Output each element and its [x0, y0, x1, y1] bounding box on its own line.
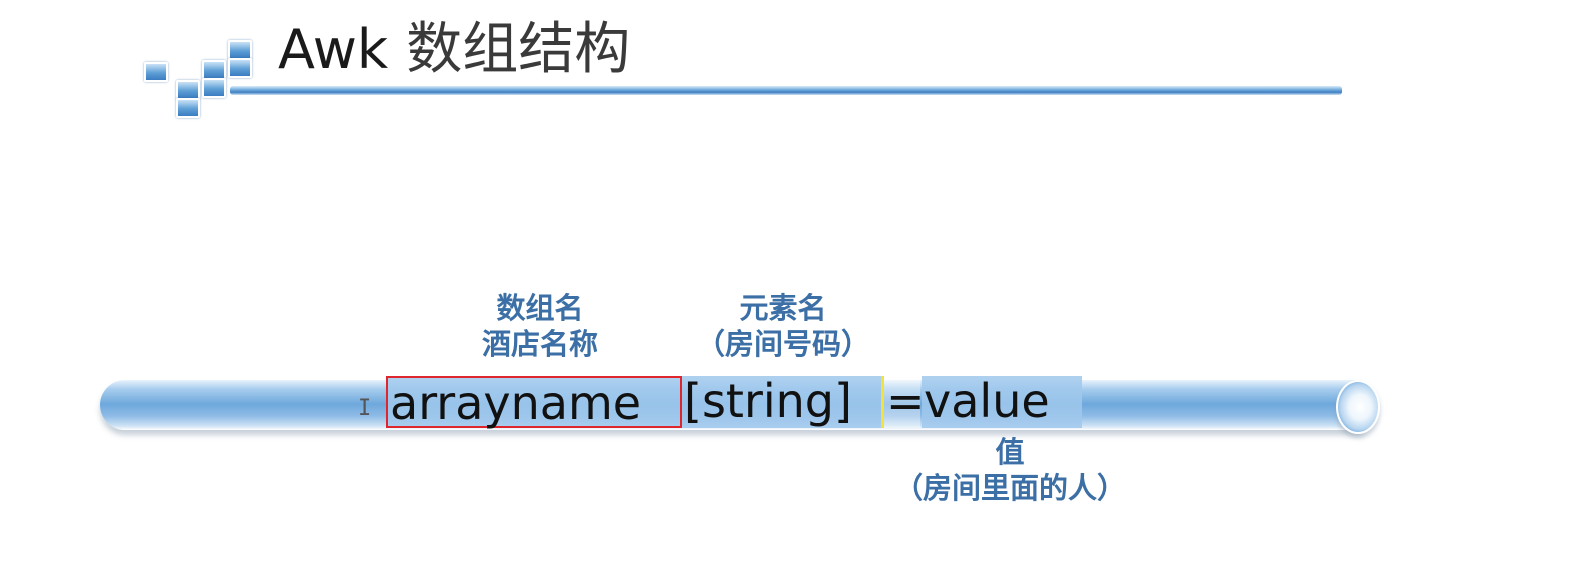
title-underline: [230, 86, 1342, 95]
text-cursor-icon: I: [358, 396, 372, 421]
annotation-element-name-line2: （房间号码）: [695, 327, 870, 361]
page-title: Awk 数组结构: [278, 12, 630, 88]
annotation-element-name: 元素名 （房间号码）: [668, 290, 898, 362]
syntax-value: value: [922, 376, 1082, 428]
annotation-array-name-line1: 数组名: [496, 291, 584, 325]
annotation-element-name-line1: 元素名: [739, 291, 827, 325]
annotation-array-name-line2: 酒店名称: [481, 327, 598, 361]
title-chinese: 数组结构: [406, 17, 631, 82]
pipe-end-cap: [1336, 380, 1380, 434]
annotation-value-line2: （房间里面的人）: [893, 471, 1126, 505]
annotation-value: 值 （房间里面的人）: [860, 434, 1160, 506]
slide: Awk 数组结构 数组名 酒店名称 元素名 （房间号码） I arrayname …: [0, 0, 1572, 576]
syntax-arrayname: arrayname: [386, 376, 682, 428]
squares-logo-icon: [140, 36, 260, 126]
syntax-equals: =: [884, 374, 925, 428]
syntax-string: [string]: [682, 376, 884, 428]
annotation-value-line1: 值: [995, 435, 1025, 469]
title-main: Awk: [278, 18, 389, 81]
annotation-array-name: 数组名 酒店名称: [440, 290, 640, 362]
